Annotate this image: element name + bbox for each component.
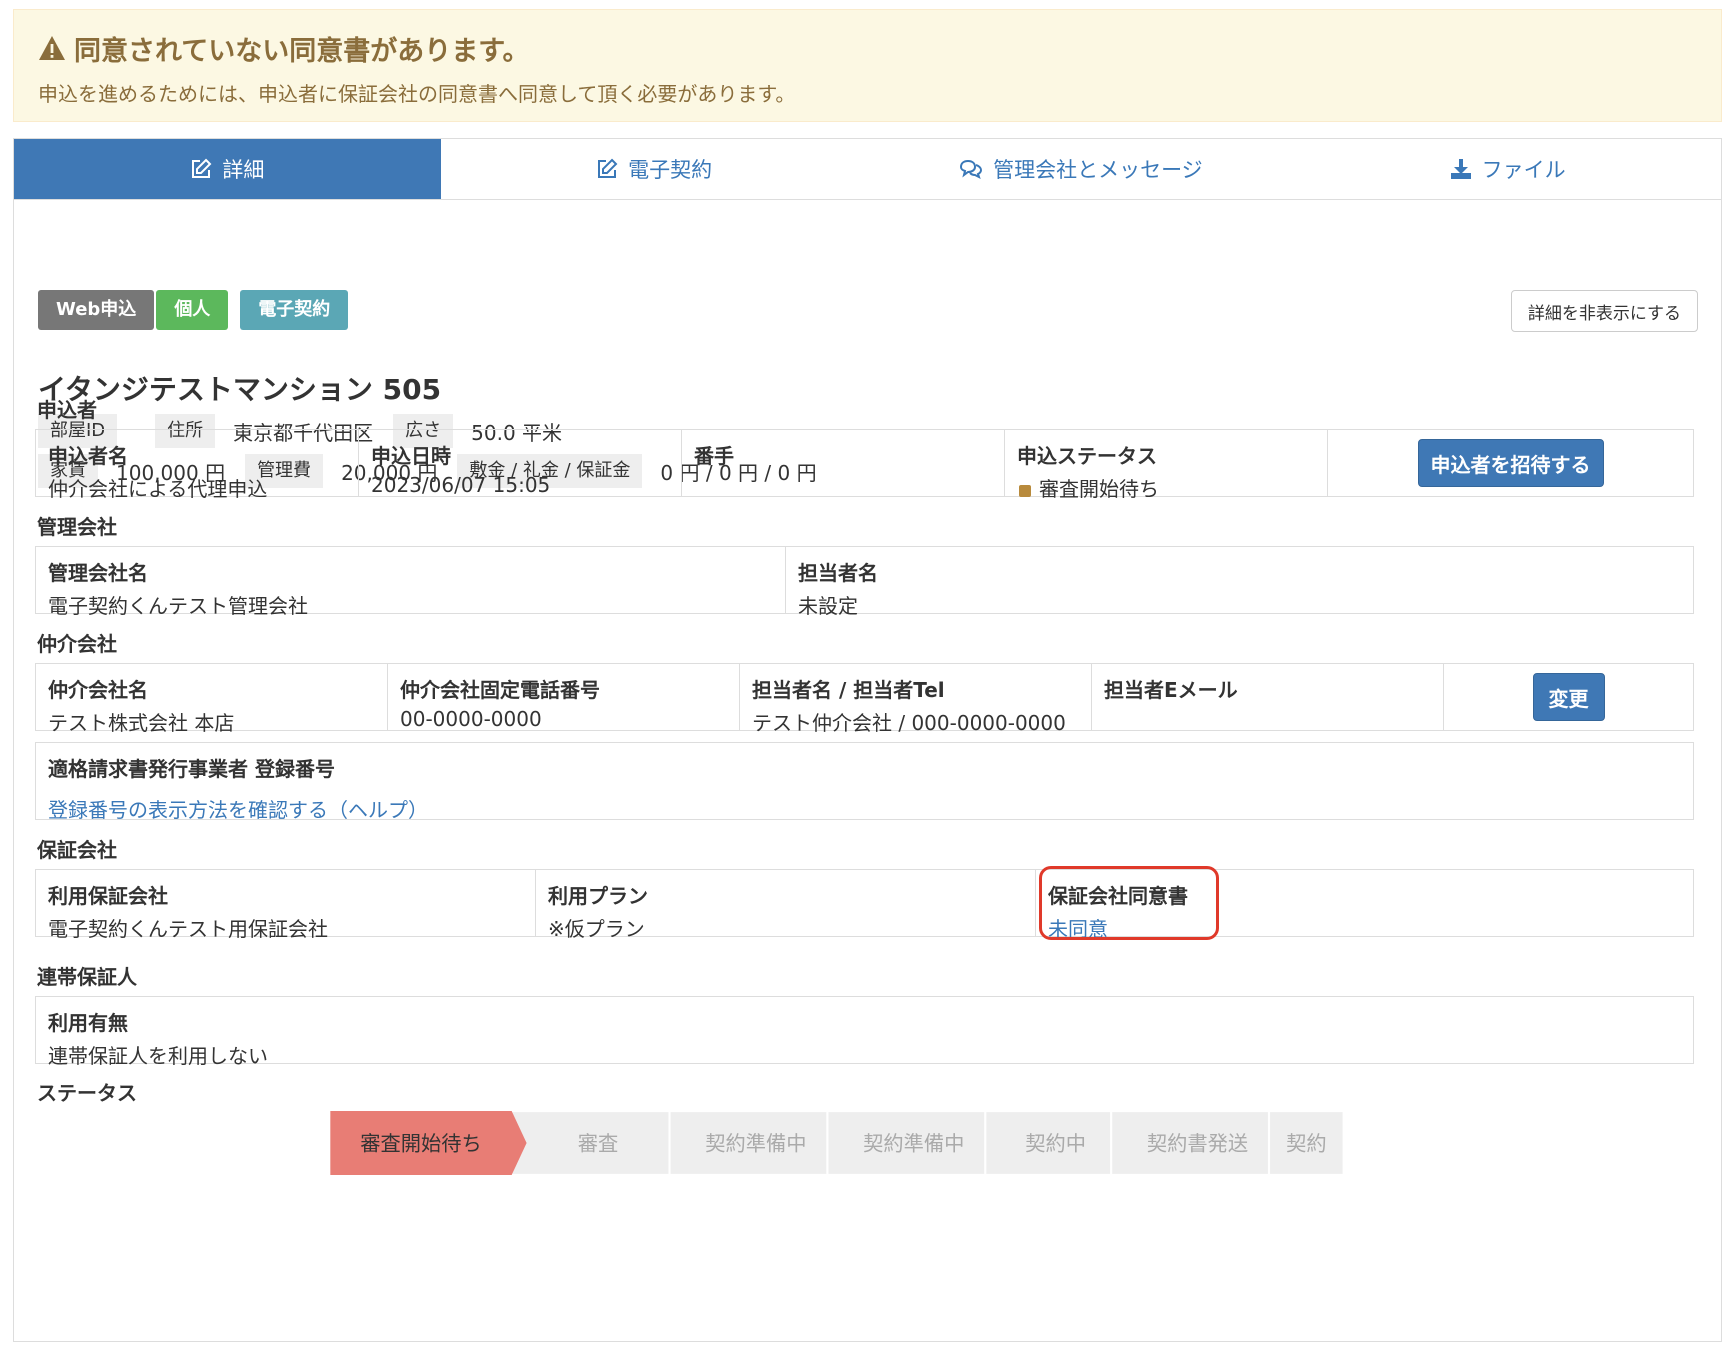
joint-guarantor-section-title: 連帯保証人 bbox=[37, 965, 137, 989]
broker-phone-label: 仲介会社固定電話番号 bbox=[400, 678, 600, 702]
chat-icon bbox=[960, 159, 983, 179]
guarantor-company-table: 利用保証会社 電子契約くんテスト用保証会社 利用プラン ※仮プラン 保証会社同意… bbox=[35, 869, 1694, 941]
broker-person-cell: 担当者名 / 担当者Tel テスト仲介会社 / 000-0000-0000 bbox=[740, 664, 1092, 735]
status-step-label: 審査開始待ち bbox=[360, 1131, 482, 1155]
alert-body: 申込を進めるためには、申込者に保証会社の同意書へ同意して頂く必要があります。 bbox=[38, 82, 796, 106]
hide-detail-button[interactable]: 詳細を非表示にする bbox=[1510, 290, 1698, 332]
guarantor-plan-value: ※仮プラン bbox=[548, 917, 645, 941]
broker-change-cell: 変更 bbox=[1444, 664, 1693, 730]
change-broker-button[interactable]: 変更 bbox=[1532, 673, 1605, 721]
status-stepper: 審査 契約準備中 契約準備中 契約中 契約書発送 契約 審査開始待ち bbox=[330, 1111, 1345, 1175]
property-title: イタンジテストマンション 505 bbox=[38, 373, 442, 406]
joint-guarantor-use-value: 連帯保証人を利用しない bbox=[48, 1044, 268, 1068]
application-date-value: 2023/06/07 15:05 bbox=[371, 473, 551, 497]
joint-guarantor-use-label: 利用有無 bbox=[48, 1011, 128, 1035]
invite-applicant-button[interactable]: 申込者を招待する bbox=[1417, 439, 1604, 487]
guarantor-plan-cell: 利用プラン ※仮プラン bbox=[536, 870, 1036, 941]
alert-title-row: 同意されていない同意書があります。 bbox=[38, 30, 1697, 67]
applicant-name-cell: 申込者名 仲介会社による代理申込 bbox=[36, 430, 359, 501]
joint-guarantor-table: 利用有無 連帯保証人を利用しない bbox=[35, 996, 1694, 1068]
badge-individual: 個人 bbox=[156, 290, 229, 330]
tab-messages[interactable]: 管理会社とメッセージ bbox=[868, 139, 1295, 199]
broker-section-title: 仲介会社 bbox=[37, 632, 117, 656]
guarantor-plan-label: 利用プラン bbox=[548, 884, 648, 908]
badge-web-application: Web申込 bbox=[38, 290, 155, 330]
tab-e-contract[interactable]: 電子契約 bbox=[441, 139, 868, 199]
application-date-cell: 申込日時 2023/06/07 15:05 bbox=[359, 430, 682, 497]
broker-company-label: 仲介会社名 bbox=[48, 678, 148, 702]
guarantor-company-section-title: 保証会社 bbox=[37, 838, 117, 862]
badge-row: Web申込 個人 電子契約 bbox=[38, 290, 350, 330]
consent-alert: 同意されていない同意書があります。 申込を進めるためには、申込者に保証会社の同意… bbox=[13, 9, 1722, 122]
invoice-help-link[interactable]: 登録番号の表示方法を確認する（ヘルプ） bbox=[48, 794, 1681, 823]
broker-phone-cell: 仲介会社固定電話番号 00-0000-0000 bbox=[388, 664, 740, 731]
consent-highlight-frame bbox=[1039, 866, 1219, 940]
status-dot-icon bbox=[1019, 484, 1031, 497]
tab-files[interactable]: ファイル bbox=[1294, 139, 1721, 199]
applicant-table: 申込者名 仲介会社による代理申込 申込日時 2023/06/07 15:05 番… bbox=[35, 429, 1694, 501]
applicant-section-title: 申込者 bbox=[37, 398, 97, 422]
application-status-value: 審査開始待ち bbox=[1039, 477, 1159, 501]
management-person-label: 担当者名 bbox=[798, 561, 878, 585]
warning-icon bbox=[39, 36, 65, 60]
tab-detail[interactable]: 詳細 bbox=[14, 139, 441, 199]
status-step-label: 審査 bbox=[578, 1131, 619, 1155]
tab-detail-label: 詳細 bbox=[222, 158, 265, 182]
broker-table: 仲介会社名 テスト株式会社 本店 仲介会社固定電話番号 00-0000-0000… bbox=[35, 663, 1694, 735]
management-company-label: 管理会社名 bbox=[48, 561, 148, 585]
application-status-cell: 申込ステータス 審査開始待ち bbox=[1005, 430, 1328, 501]
status-step-label: 契約準備中 bbox=[705, 1131, 806, 1155]
application-status-label: 申込ステータス bbox=[1017, 444, 1157, 468]
tab-files-label: ファイル bbox=[1481, 158, 1566, 182]
invoice-registration-label: 適格請求書発行事業者 登録番号 bbox=[48, 757, 335, 781]
invite-cell: 申込者を招待する bbox=[1328, 430, 1693, 496]
alert-title: 同意されていない同意書があります。 bbox=[74, 35, 530, 67]
download-icon bbox=[1450, 159, 1471, 179]
broker-company-cell: 仲介会社名 テスト株式会社 本店 bbox=[36, 664, 388, 735]
tab-bar: 詳細 電子契約 管理会社とメッセージ ファイル bbox=[14, 139, 1721, 200]
application-status-value-row: 審査開始待ち bbox=[1017, 473, 1315, 502]
status-step-label: 契約 bbox=[1286, 1131, 1327, 1155]
applicant-name-value: 仲介会社による代理申込 bbox=[48, 477, 268, 501]
page: 同意されていない同意書があります。 申込を進めるためには、申込者に保証会社の同意… bbox=[0, 0, 1734, 1360]
invoice-registration-box: 適格請求書発行事業者 登録番号 登録番号の表示方法を確認する（ヘルプ） bbox=[35, 742, 1694, 823]
management-table: 管理会社名 電子契約くんテスト管理会社 担当者名 未設定 bbox=[35, 546, 1694, 618]
application-order-cell: 番手 bbox=[682, 430, 1005, 496]
management-section-title: 管理会社 bbox=[37, 515, 117, 539]
edit-icon bbox=[192, 158, 212, 178]
guarantor-company-value: 電子契約くんテスト用保証会社 bbox=[48, 917, 328, 941]
joint-guarantor-use-cell: 利用有無 連帯保証人を利用しない bbox=[36, 997, 1693, 1068]
status-section-title: ステータス bbox=[37, 1081, 137, 1105]
status-step-label: 契約書発送 bbox=[1147, 1131, 1248, 1155]
tab-e-contract-label: 電子契約 bbox=[628, 158, 713, 182]
application-date-label: 申込日時 bbox=[371, 444, 451, 468]
management-person-value: 未設定 bbox=[798, 594, 858, 618]
management-person-cell: 担当者名 未設定 bbox=[786, 547, 1693, 618]
broker-person-value: テスト仲介会社 / 000-0000-0000 bbox=[752, 711, 1066, 735]
status-step-label: 契約中 bbox=[1025, 1131, 1086, 1155]
management-company-cell: 管理会社名 電子契約くんテスト管理会社 bbox=[36, 547, 786, 618]
broker-email-label: 担当者Eメール bbox=[1104, 678, 1238, 702]
tab-messages-label: 管理会社とメッセージ bbox=[993, 158, 1203, 182]
broker-phone-value: 00-0000-0000 bbox=[400, 707, 542, 731]
edit-icon bbox=[598, 158, 618, 178]
management-company-value: 電子契約くんテスト管理会社 bbox=[48, 594, 308, 618]
broker-email-cell: 担当者Eメール bbox=[1092, 664, 1444, 730]
application-order-label: 番手 bbox=[694, 444, 734, 468]
badge-e-contract: 電子契約 bbox=[240, 290, 349, 330]
guarantor-company-label: 利用保証会社 bbox=[48, 884, 168, 908]
guarantor-company-cell: 利用保証会社 電子契約くんテスト用保証会社 bbox=[36, 870, 536, 941]
broker-person-label: 担当者名 / 担当者Tel bbox=[752, 678, 945, 702]
applicant-name-label: 申込者名 bbox=[48, 444, 128, 468]
status-step-label: 契約準備中 bbox=[863, 1131, 964, 1155]
broker-company-value: テスト株式会社 本店 bbox=[48, 711, 235, 735]
